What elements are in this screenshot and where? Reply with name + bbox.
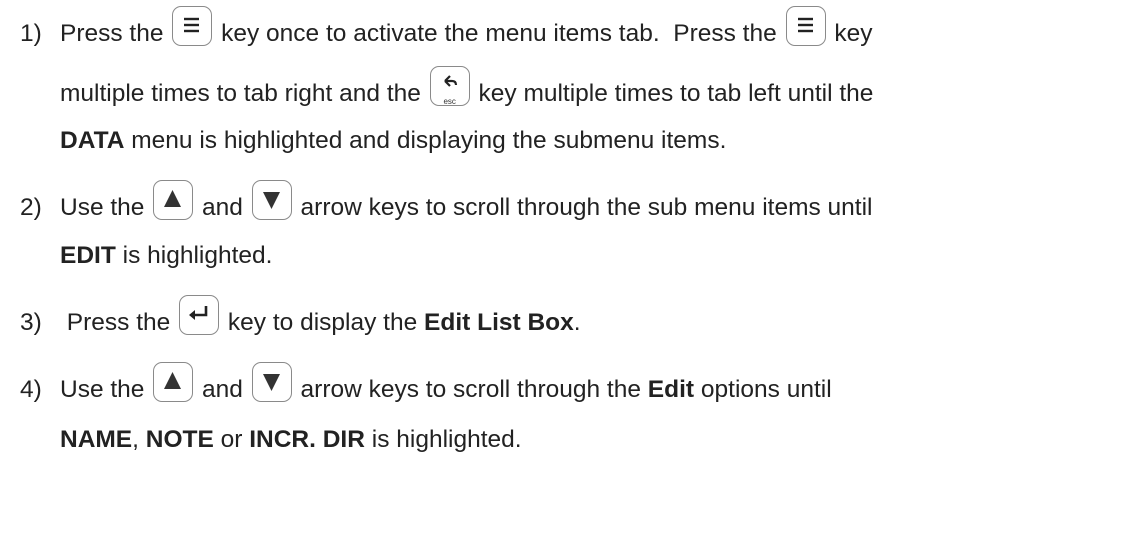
text-run: key to display the — [221, 309, 425, 336]
menu-key-icon — [172, 6, 213, 46]
down-arrow-key-icon — [251, 180, 292, 220]
text-run: key once to activate the menu items tab.… — [214, 20, 784, 47]
text-run: multiple times to tab right and the — [60, 80, 428, 107]
text-run: Use the — [60, 376, 152, 403]
text-run: or — [213, 426, 250, 453]
text-run: options until — [694, 376, 832, 403]
up-arrow-key-icon — [153, 362, 194, 402]
down-arrow-key-icon — [251, 362, 292, 402]
enter-key-icon — [179, 295, 220, 335]
bold-term: NOTE — [145, 426, 214, 453]
text-run: is highlighted. — [364, 426, 522, 453]
bold-term: Edit — [647, 376, 695, 403]
esc-key-label: esc — [443, 97, 456, 106]
text-run: arrow keys to scroll through the sub men… — [293, 194, 873, 221]
text-run: is highlighted. — [115, 242, 273, 269]
text-run: arrow keys to scroll through the — [293, 376, 648, 403]
up-arrow-key-icon — [153, 180, 194, 220]
bold-term: DATA — [60, 127, 125, 154]
text-run: menu is highlighted and displaying the s… — [124, 127, 727, 154]
step-number: 3) — [20, 309, 42, 336]
step-number: 2) — [20, 194, 42, 221]
text-run: key multiple times to tab left until the — [471, 80, 874, 107]
text-run: , — [132, 426, 146, 453]
bold-term: NAME — [60, 426, 133, 453]
step-number: 4) — [20, 376, 42, 403]
menu-key-icon — [785, 6, 826, 46]
text-run: . — [573, 309, 581, 336]
bold-term: EDIT — [60, 242, 116, 269]
instructions-page: 1) Press the key once to activate the me… — [0, 0, 1132, 560]
bold-term: INCR. DIR — [249, 426, 365, 453]
esc-key-icon: esc — [429, 66, 470, 106]
text-run: Use the — [60, 194, 152, 221]
text-run: Press the — [60, 20, 171, 47]
bold-term: Edit List Box — [424, 309, 574, 336]
step-number: 1) — [20, 20, 42, 47]
text-run: Press the — [60, 309, 178, 336]
